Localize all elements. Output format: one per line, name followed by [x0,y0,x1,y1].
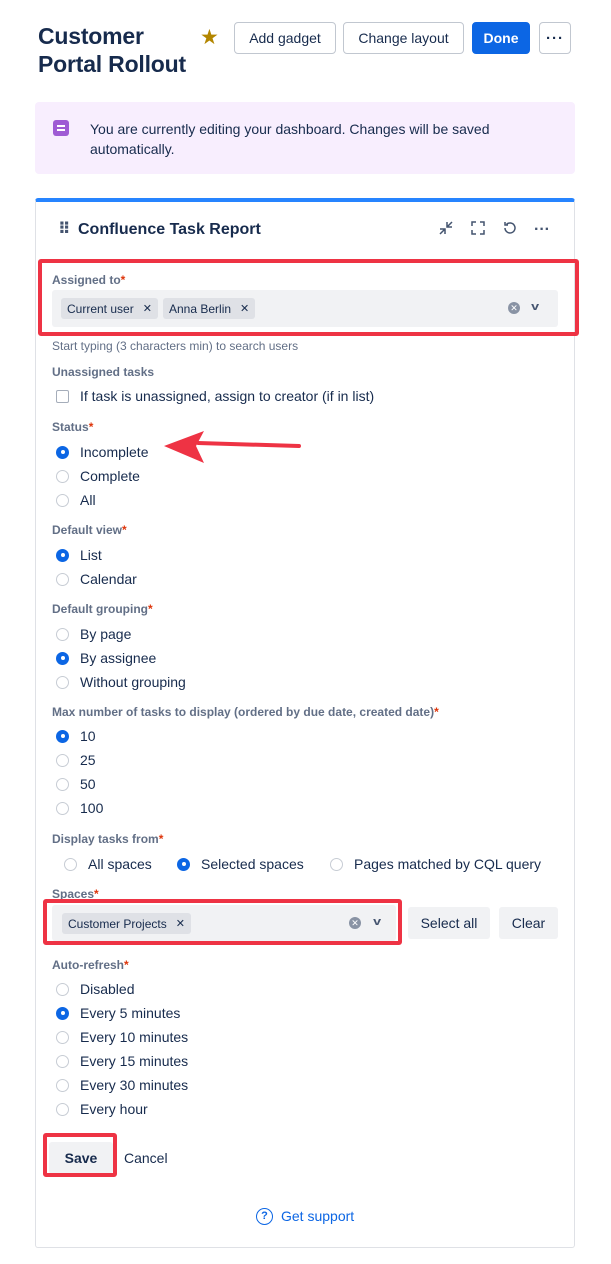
spaces-label: Spaces* [52,887,99,901]
refresh-option-hour[interactable]: Every hour [56,1099,148,1119]
page-title: Customer Portal Rollout [38,23,186,77]
view-option-calendar[interactable]: Calendar [56,569,137,589]
banner-text: You are currently editing your dashboard… [90,121,490,157]
auto-refresh-label: Auto-refresh* [52,958,129,972]
max-tasks-label: Max number of tasks to display (ordered … [52,705,439,719]
cancel-button[interactable]: Cancel [122,1142,170,1174]
assigned-to-select[interactable]: Current user ✕ Anna Berlin ✕ ✕ v [52,290,558,327]
gadget-title: Confluence Task Report [78,221,261,238]
tag-current-user: Current user ✕ [61,298,158,319]
done-button[interactable]: Done [472,22,530,54]
dashboard-header: Customer Portal Rollout ★ Add gadget Cha… [38,22,578,82]
assigned-to-helper: Start typing (3 characters min) to searc… [52,339,299,353]
fullscreen-icon[interactable] [468,220,488,240]
note-icon [53,120,69,136]
clear-selection-icon[interactable]: ✕ [508,302,520,314]
status-option-all[interactable]: All [56,490,96,510]
max-option-10[interactable]: 10 [56,726,96,746]
clear-selection-icon[interactable]: ✕ [349,917,361,929]
refresh-option-30-min[interactable]: Every 30 minutes [56,1075,188,1095]
default-grouping-label: Default grouping* [52,602,153,616]
gadget-header: ⠿ Confluence Task Report ··· [36,202,576,258]
spaces-select[interactable]: Customer Projects ✕ ✕ v [52,905,396,941]
display-option-all-spaces[interactable]: All spaces [64,854,152,874]
status-option-complete[interactable]: Complete [56,466,140,486]
drag-handle-icon[interactable]: ⠿ [58,222,70,238]
get-support-link[interactable]: ? Get support [256,1206,354,1226]
unassigned-label: Unassigned tasks [52,365,155,379]
remove-tag-icon[interactable]: ✕ [240,302,249,315]
refresh-option-10-min[interactable]: Every 10 minutes [56,1027,188,1047]
more-actions-button[interactable]: ··· [539,22,571,54]
max-option-50[interactable]: 50 [56,774,96,794]
tag-customer-projects: Customer Projects ✕ [62,913,191,934]
clear-button[interactable]: Clear [499,907,558,939]
editing-banner: You are currently editing your dashboard… [35,102,575,174]
refresh-icon[interactable] [500,220,520,240]
select-all-button[interactable]: Select all [408,907,490,939]
display-from-label: Display tasks from* [52,832,164,846]
refresh-option-disabled[interactable]: Disabled [56,979,134,999]
more-icon[interactable]: ··· [532,220,552,240]
annotation-arrow [164,431,301,463]
tag-anna-berlin: Anna Berlin ✕ [163,298,256,319]
change-layout-button[interactable]: Change layout [343,22,464,54]
help-icon: ? [256,1207,273,1225]
status-label: Status* [52,420,94,434]
assigned-to-label: Assigned to* [52,273,126,287]
save-button[interactable]: Save [49,1142,113,1174]
grouping-option-without[interactable]: Without grouping [56,672,186,692]
gadget-card: ⠿ Confluence Task Report ··· Assigned to… [35,198,575,1248]
chevron-down-icon[interactable]: v [373,916,381,928]
unassigned-checkbox[interactable]: If task is unassigned, assign to creator… [56,386,374,406]
view-option-list[interactable]: List [56,545,102,565]
max-option-25[interactable]: 25 [56,750,96,770]
grouping-option-by-assignee[interactable]: By assignee [56,648,156,668]
grouping-option-by-page[interactable]: By page [56,624,131,644]
star-icon[interactable]: ★ [200,26,219,50]
remove-tag-icon[interactable]: ✕ [176,917,185,930]
status-option-incomplete[interactable]: Incomplete [56,442,148,462]
max-option-100[interactable]: 100 [56,798,103,818]
display-option-selected-spaces[interactable]: Selected spaces [177,854,304,874]
refresh-option-5-min[interactable]: Every 5 minutes [56,1003,180,1023]
refresh-option-15-min[interactable]: Every 15 minutes [56,1051,188,1071]
checkbox-box[interactable] [56,389,69,403]
display-option-cql[interactable]: Pages matched by CQL query [330,854,541,874]
default-view-label: Default view* [52,523,127,537]
remove-tag-icon[interactable]: ✕ [143,302,152,315]
minimize-icon[interactable] [436,220,456,240]
chevron-down-icon[interactable]: v [531,301,539,313]
add-gadget-button[interactable]: Add gadget [234,22,336,54]
